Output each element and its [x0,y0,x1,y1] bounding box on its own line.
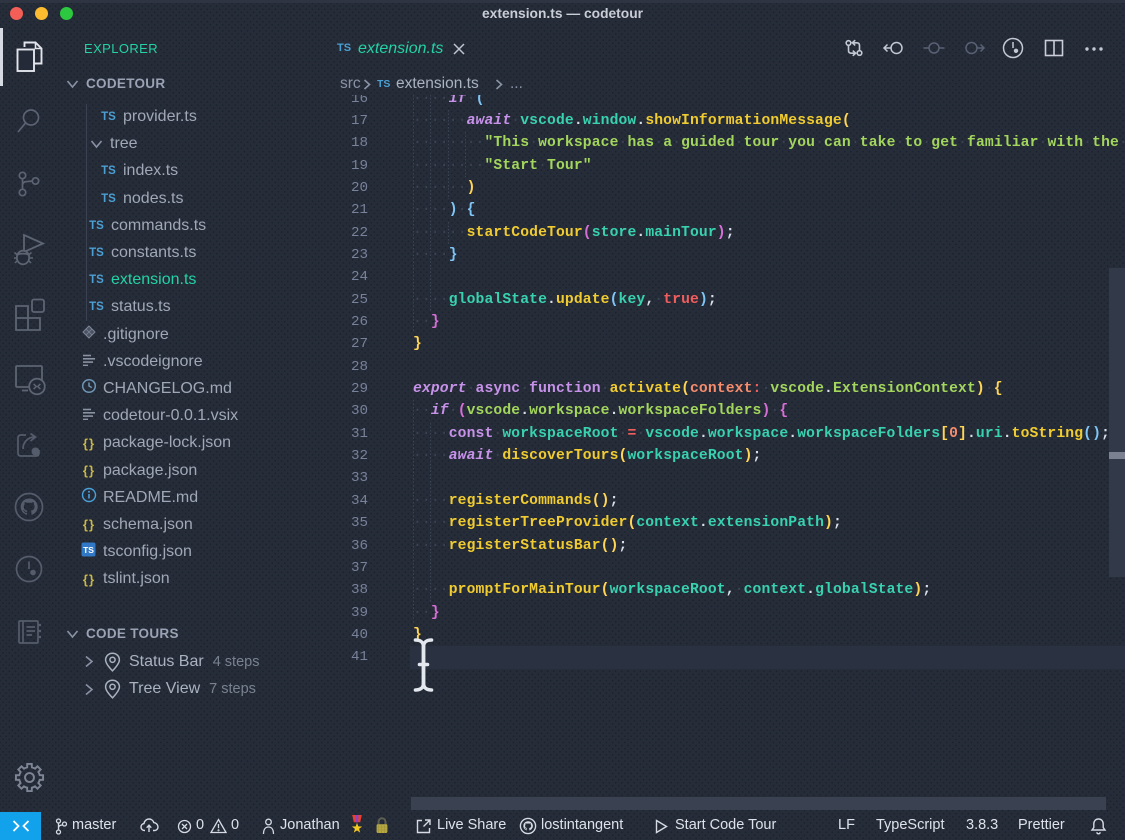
svg-text:TS: TS [83,545,94,555]
